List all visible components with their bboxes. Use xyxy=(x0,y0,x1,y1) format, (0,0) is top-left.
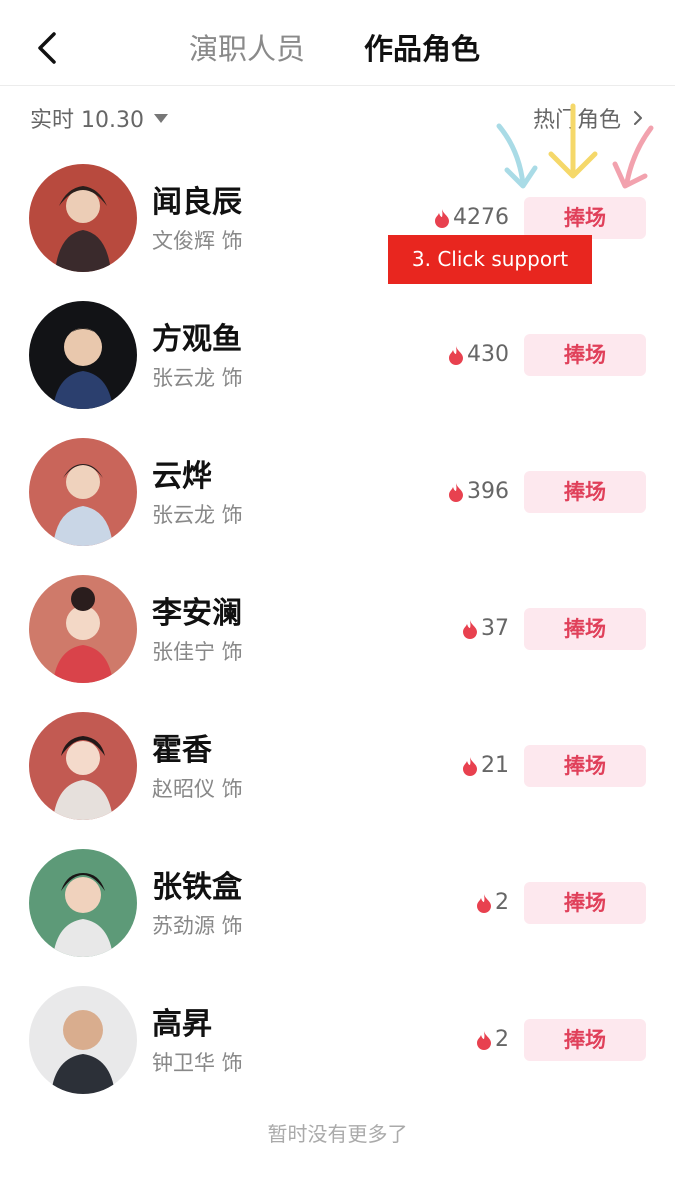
heat-count: 396 xyxy=(448,479,509,505)
support-button[interactable]: 捧场 xyxy=(524,334,646,376)
role-name: 霍香 xyxy=(152,733,212,768)
avatar[interactable] xyxy=(29,438,137,546)
list-item: 方观鱼 张云龙 饰 430 捧场 xyxy=(0,287,675,424)
avatar[interactable] xyxy=(29,986,137,1094)
arrow-down-left-icon xyxy=(496,123,538,189)
top-nav-bar: 演职人员 作品角色 xyxy=(0,0,675,86)
heat-value: 4276 xyxy=(453,205,509,230)
list-item: 张铁盒 苏劲源 饰 2 捧场 xyxy=(0,835,675,972)
role-name: 张铁盒 xyxy=(152,870,242,905)
actor-name: 苏劲源 饰 xyxy=(152,914,243,938)
actor-name: 张佳宁 饰 xyxy=(152,640,243,664)
flame-icon xyxy=(477,894,491,913)
heat-count: 37 xyxy=(462,616,509,642)
caret-down-icon xyxy=(153,113,168,123)
arrow-down-right-icon xyxy=(612,125,654,189)
annotation-arrows xyxy=(496,103,654,189)
tutorial-step-label: 3. Click support xyxy=(388,235,592,284)
flame-icon xyxy=(477,1031,491,1050)
list-end-text: 暂时没有更多了 xyxy=(267,1122,408,1146)
role-name: 闻良辰 xyxy=(152,185,242,220)
heat-count: 2 xyxy=(476,890,509,916)
actor-name: 张云龙 饰 xyxy=(152,366,243,390)
heat-count: 4276 xyxy=(434,205,509,231)
arrow-down-icon xyxy=(548,103,598,179)
role-name: 方观鱼 xyxy=(152,322,242,357)
support-button[interactable]: 捧场 xyxy=(524,197,646,239)
heat-value: 37 xyxy=(481,616,509,641)
actor-name: 文俊辉 饰 xyxy=(152,229,243,253)
support-button[interactable]: 捧场 xyxy=(524,608,646,650)
list-item: 霍香 赵昭仪 饰 21 捧场 xyxy=(0,698,675,835)
role-name: 高昇 xyxy=(152,1007,212,1042)
heat-count: 2 xyxy=(476,1027,509,1053)
flame-icon xyxy=(463,757,477,776)
flame-icon xyxy=(435,209,449,228)
actor-name: 钟卫华 饰 xyxy=(152,1051,243,1075)
heat-value: 21 xyxy=(481,753,509,778)
list-item: 云烨 张云龙 饰 396 捧场 xyxy=(0,424,675,561)
avatar[interactable] xyxy=(29,712,137,820)
support-button[interactable]: 捧场 xyxy=(524,745,646,787)
heat-count: 21 xyxy=(462,753,509,779)
heat-value: 396 xyxy=(467,479,509,504)
tab-cast-crew[interactable]: 演职人员 xyxy=(189,30,305,68)
flame-icon xyxy=(449,483,463,502)
support-button[interactable]: 捧场 xyxy=(524,1019,646,1061)
list-item: 李安澜 张佳宁 饰 37 捧场 xyxy=(0,561,675,698)
flame-icon xyxy=(449,346,463,365)
avatar[interactable] xyxy=(29,849,137,957)
filter-label: 实时 10.30 xyxy=(30,108,144,133)
back-button[interactable] xyxy=(30,28,66,68)
support-button[interactable]: 捧场 xyxy=(524,471,646,513)
heat-count: 430 xyxy=(448,342,509,368)
avatar[interactable] xyxy=(29,301,137,409)
list-item: 高昇 钟卫华 饰 2 捧场 xyxy=(0,972,675,1109)
flame-icon xyxy=(463,620,477,639)
role-list: 闻良辰 文俊辉 饰 4276 捧场 方观鱼 张云龙 饰 430 捧场 云烨 张云… xyxy=(0,150,675,1109)
avatar[interactable] xyxy=(29,164,137,272)
heat-value: 430 xyxy=(467,342,509,367)
avatar[interactable] xyxy=(29,575,137,683)
support-button[interactable]: 捧场 xyxy=(524,882,646,924)
actor-name: 赵昭仪 饰 xyxy=(152,777,243,801)
tab-roles[interactable]: 作品角色 xyxy=(364,30,480,68)
heat-value: 2 xyxy=(495,1027,509,1052)
heat-value: 2 xyxy=(495,890,509,915)
realtime-filter-dropdown[interactable]: 实时 10.30 xyxy=(30,102,168,134)
actor-name: 张云龙 饰 xyxy=(152,503,243,527)
role-name: 云烨 xyxy=(152,459,212,494)
role-name: 李安澜 xyxy=(152,596,242,631)
chevron-left-icon xyxy=(38,32,56,64)
